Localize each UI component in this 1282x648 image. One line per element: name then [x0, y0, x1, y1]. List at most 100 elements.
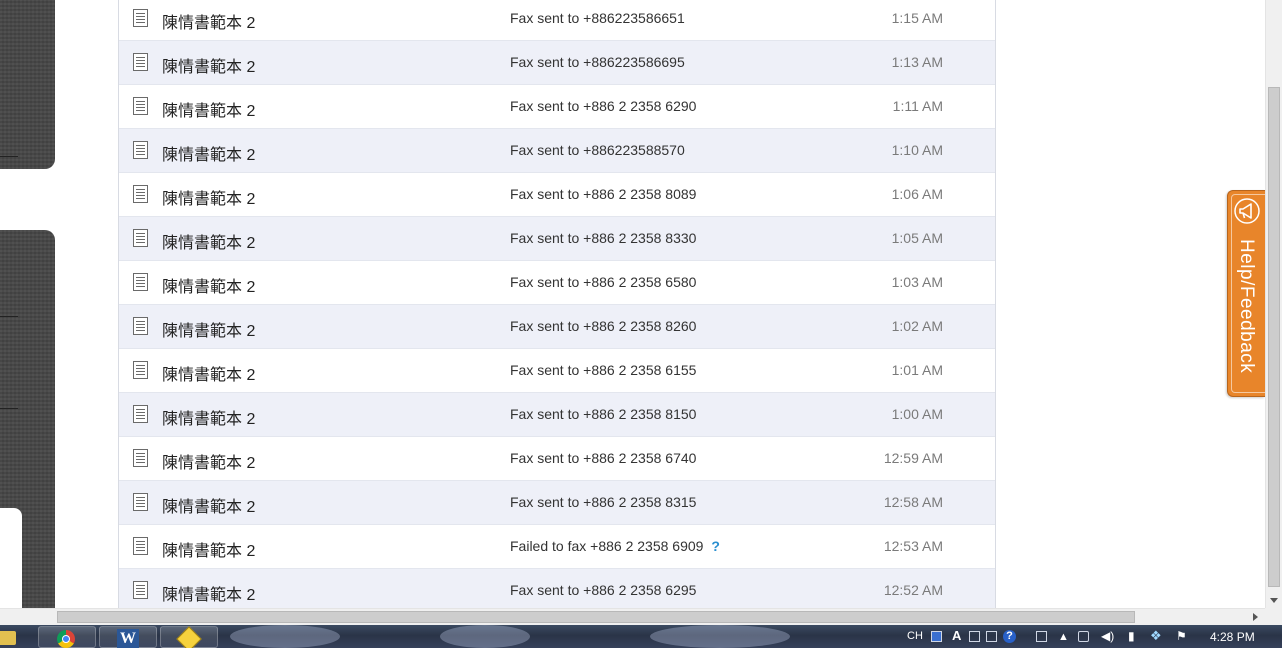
signal-icon[interactable]: ▮ [1128, 629, 1135, 643]
fax-status-text: Fax sent to +886 2 2358 6740 [510, 450, 697, 466]
fax-status: Fax sent to +886223588570 [510, 142, 685, 158]
fax-time: 12:53 AM [883, 538, 943, 554]
scroll-down-arrow-icon[interactable] [1270, 598, 1278, 603]
taskbar-notes-button[interactable] [160, 626, 218, 648]
fax-status-text: Fax sent to +886 2 2358 8150 [510, 406, 697, 422]
volume-icon[interactable]: ◀) [1101, 629, 1114, 643]
fax-status: Fax sent to +886 2 2358 8089 [510, 186, 696, 202]
fax-document-name[interactable]: 陳情書範本 2 [162, 449, 255, 473]
left-panel-notch [0, 508, 22, 608]
help-icon[interactable]: ? [1003, 630, 1016, 643]
fax-time: 1:03 AM [891, 274, 943, 290]
fax-row[interactable]: 陳情書範本 2 Fax sent to +886223586695 1:13 A… [119, 41, 995, 85]
fax-time: 1:11 AM [892, 98, 943, 114]
fax-row[interactable]: 陳情書範本 2 Fax sent to +886 2 2358 8330 1:0… [119, 217, 995, 261]
horizontal-scrollbar-thumb[interactable] [57, 611, 1135, 623]
fax-row[interactable]: 陳情書範本 2 Fax sent to +886 2 2358 8260 1:0… [119, 305, 995, 349]
fax-document-name[interactable]: 陳情書範本 2 [162, 361, 255, 385]
fax-row[interactable]: 陳情書範本 2 Fax sent to +886 2 2358 6580 1:0… [119, 261, 995, 305]
fax-status-text: Failed to fax +886 2 2358 6909 [510, 538, 704, 554]
document-icon [133, 273, 148, 291]
fullwidth-icon[interactable] [969, 631, 980, 642]
fax-status-text: Fax sent to +886223586695 [510, 54, 685, 70]
folder-icon[interactable] [0, 631, 16, 645]
scrollbar-corner [1265, 608, 1282, 625]
document-icon [133, 449, 148, 467]
fax-document-name[interactable]: 陳情書範本 2 [162, 185, 255, 209]
taskbar-word-button[interactable]: W [99, 626, 157, 648]
wallpaper-decoration [440, 625, 530, 648]
document-icon [133, 97, 148, 115]
fax-row[interactable]: 陳情書範本 2 Fax sent to +886 2 2358 8089 1:0… [119, 173, 995, 217]
fax-document-name[interactable]: 陳情書範本 2 [162, 53, 255, 77]
fax-row[interactable]: 陳情書範本 2 Failed to fax +886 2 2358 6909 ?… [119, 525, 995, 569]
fax-document-name[interactable]: 陳情書範本 2 [162, 141, 255, 165]
ime-pad-icon[interactable] [986, 631, 997, 642]
fax-document-name[interactable]: 陳情書範本 2 [162, 537, 255, 561]
network-icon[interactable] [1078, 631, 1089, 642]
document-icon [133, 185, 148, 203]
fax-document-name[interactable]: 陳情書範本 2 [162, 581, 255, 605]
vertical-scrollbar[interactable] [1265, 0, 1282, 608]
fax-document-name[interactable]: 陳情書範本 2 [162, 405, 255, 429]
fax-status-text: Fax sent to +886 2 2358 8089 [510, 186, 697, 202]
fax-status-text: Fax sent to +886 2 2358 6290 [510, 98, 697, 114]
dropbox-icon[interactable]: ❖ [1150, 628, 1162, 644]
sticky-note-icon [176, 626, 202, 648]
ime-mode-icon[interactable] [931, 631, 942, 642]
fax-row[interactable]: 陳情書範本 2 Fax sent to +886223586651 1:15 A… [119, 0, 995, 41]
language-indicator[interactable]: CH [907, 630, 923, 642]
fax-document-name[interactable]: 陳情書範本 2 [162, 273, 255, 297]
taskbar-chrome-button[interactable] [38, 626, 96, 648]
horizontal-scrollbar[interactable] [0, 608, 1265, 625]
ime-alpha-icon[interactable]: A [952, 628, 961, 643]
left-panel-divider [0, 408, 18, 409]
fax-status-text: Fax sent to +886 2 2358 6155 [510, 362, 697, 378]
fax-status: Fax sent to +886 2 2358 8150 [510, 406, 696, 422]
wallpaper-decoration [650, 625, 790, 648]
fax-document-name[interactable]: 陳情書範本 2 [162, 229, 255, 253]
document-icon [133, 9, 148, 27]
fax-status: Fax sent to +886 2 2358 8260 [510, 318, 696, 334]
fax-status-text: Fax sent to +886 2 2358 8330 [510, 230, 697, 246]
chrome-icon [57, 630, 75, 648]
fax-row[interactable]: 陳情書範本 2 Fax sent to +886 2 2358 6295 12:… [119, 569, 995, 613]
fax-status-text: Fax sent to +886 2 2358 6295 [510, 582, 697, 598]
fax-row[interactable]: 陳情書範本 2 Fax sent to +886 2 2358 6290 1:1… [119, 85, 995, 129]
fax-time: 1:15 AM [891, 10, 943, 26]
fax-status: Fax sent to +886 2 2358 6295 [510, 582, 696, 598]
taskbar-clock[interactable]: 4:28 PM [1210, 630, 1255, 644]
fax-status-text: Fax sent to +886223586651 [510, 10, 685, 26]
action-center-flag-icon[interactable]: ⚑ [1176, 629, 1187, 643]
fax-document-name[interactable]: 陳情書範本 2 [162, 97, 255, 121]
fax-row[interactable]: 陳情書範本 2 Fax sent to +886 2 2358 6740 12:… [119, 437, 995, 481]
fax-row[interactable]: 陳情書範本 2 Fax sent to +886 2 2358 8315 12:… [119, 481, 995, 525]
fax-status-text: Fax sent to +886223588570 [510, 142, 685, 158]
fax-time: 1:00 AM [891, 406, 943, 422]
fax-row[interactable]: 陳情書範本 2 Fax sent to +886 2 2358 6155 1:0… [119, 349, 995, 393]
fax-row[interactable]: 陳情書範本 2 Fax sent to +886223588570 1:10 A… [119, 129, 995, 173]
fax-time: 1:13 AM [891, 54, 943, 70]
fax-status: Fax sent to +886223586651 [510, 10, 685, 26]
fax-time: 1:02 AM [891, 318, 943, 334]
fax-failure-help-link[interactable]: ? [711, 538, 720, 554]
fax-document-name[interactable]: 陳情書範本 2 [162, 493, 255, 517]
fax-time: 1:06 AM [891, 186, 943, 202]
fax-status-text: Fax sent to +886 2 2358 8315 [510, 494, 697, 510]
fax-row[interactable]: 陳情書範本 2 Fax sent to +886 2 2358 8150 1:0… [119, 393, 995, 437]
vertical-scrollbar-thumb[interactable] [1268, 87, 1280, 587]
fax-status-text: Fax sent to +886 2 2358 6580 [510, 274, 697, 290]
fax-time: 1:10 AM [891, 142, 943, 158]
help-feedback-label: Help/Feedback [1236, 239, 1257, 374]
tray-options-icon[interactable] [1036, 631, 1047, 642]
help-feedback-tab[interactable]: Help/Feedback [1227, 190, 1265, 397]
left-panel-divider [0, 316, 18, 317]
fax-document-name[interactable]: 陳情書範本 2 [162, 9, 255, 33]
document-icon [133, 229, 148, 247]
fax-status: Fax sent to +886 2 2358 6290 [510, 98, 696, 114]
fax-document-name[interactable]: 陳情書範本 2 [162, 317, 255, 341]
show-hidden-icons-icon[interactable]: ▲ [1058, 631, 1069, 643]
document-icon [133, 317, 148, 335]
scroll-right-arrow-icon[interactable] [1253, 613, 1258, 621]
taskbar: W CH A ? ▲ ◀) ▮ ❖ ⚑ 4:28 PM [0, 625, 1282, 648]
